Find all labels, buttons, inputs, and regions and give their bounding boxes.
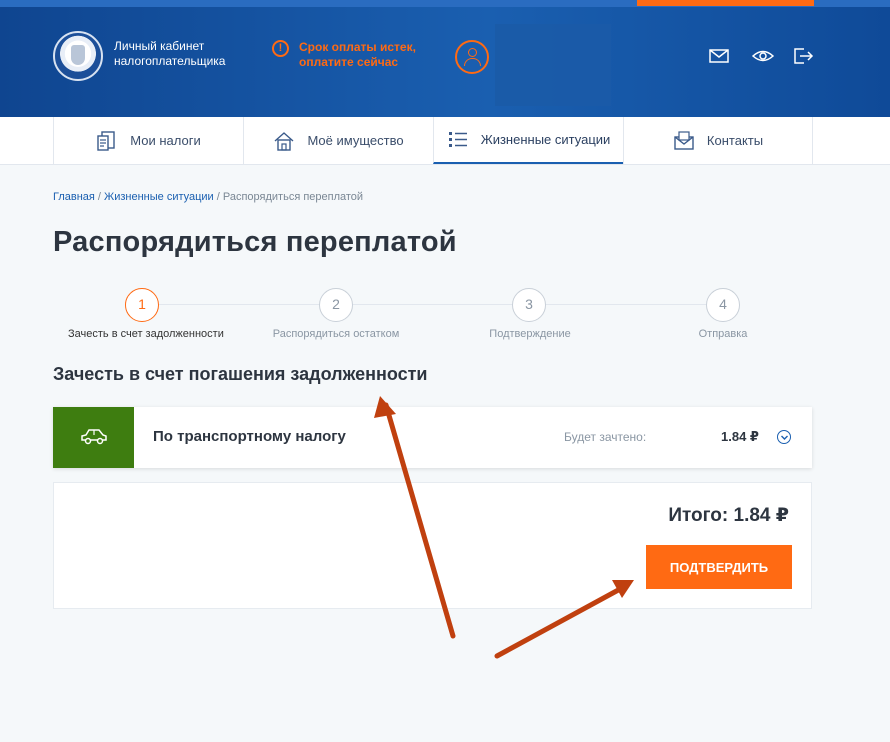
- step-3-circle: 3: [512, 288, 546, 322]
- emblem-shape: [71, 45, 85, 65]
- step-2-circle: 2: [319, 288, 353, 322]
- step-4-circle: 4: [706, 288, 740, 322]
- breadcrumb-separator: /: [213, 191, 223, 203]
- section-title: Зачесть в счет погашения задолженности: [53, 364, 428, 384]
- credited-value: 1.84 ₽: [721, 429, 759, 444]
- nav-label-my-taxes: Мои налоги: [130, 133, 201, 148]
- page-title: Распорядиться переплатой: [53, 226, 457, 258]
- house-icon: [274, 131, 294, 151]
- nav-label-life-situations: Жизненные ситуации: [480, 132, 611, 147]
- top-orange-tab[interactable]: [637, 0, 814, 6]
- logout-icon[interactable]: [792, 46, 814, 66]
- breadcrumb-home[interactable]: Главная: [53, 191, 95, 203]
- warning-icon: !: [272, 40, 289, 57]
- credited-label: Будет зачтено:: [564, 430, 647, 444]
- confirm-button[interactable]: ПОДТВЕРДИТЬ: [646, 545, 792, 589]
- breadcrumb-current: Распорядиться переплатой: [222, 191, 364, 203]
- stepper-line: [142, 304, 724, 305]
- nav-item-my-property[interactable]: Моё имущество: [243, 117, 433, 164]
- user-avatar[interactable]: [455, 40, 489, 74]
- eye-icon[interactable]: [752, 46, 774, 66]
- avatar-body-icon: [464, 58, 481, 66]
- nav-item-life-situations[interactable]: Жизненные ситуации: [433, 117, 623, 164]
- mail-icon[interactable]: [708, 46, 730, 66]
- tax-item-card[interactable]: По транспортному налогу Будет зачтено: 1…: [53, 407, 812, 468]
- breadcrumb-separator: /: [94, 191, 105, 203]
- list-icon: [448, 131, 467, 147]
- tax-type-icon-box: [53, 407, 134, 468]
- step-3-label: Подтверждение: [489, 328, 571, 340]
- avatar-head-icon: [468, 48, 477, 57]
- main-nav: Мои налоги Моё имущество Жизненные ситуа…: [0, 117, 890, 165]
- chevron-down-icon[interactable]: [777, 430, 791, 444]
- tax-name: По транспортному налогу: [153, 428, 346, 445]
- nav-label-contacts: Контакты: [706, 133, 764, 148]
- breadcrumb: Главная / Жизненные ситуации / Распоряди…: [53, 191, 363, 203]
- envelope-icon: [674, 130, 694, 150]
- car-icon: [81, 429, 107, 445]
- redacted-user-name: [495, 24, 611, 106]
- nav-item-my-taxes[interactable]: Мои налоги: [53, 117, 243, 164]
- step-2-label: Распорядиться остатком: [272, 328, 400, 340]
- step-1-label: Зачесть в счет задолженности: [68, 328, 224, 340]
- breadcrumb-life-situations[interactable]: Жизненные ситуации: [104, 191, 214, 203]
- app-header: Личный кабинет налогоплательщика ! Срок …: [0, 0, 890, 117]
- chevron-glyph: [780, 435, 788, 440]
- nav-item-contacts[interactable]: Контакты: [623, 117, 813, 164]
- summary-card: Итого: 1.84 ₽ ПОДТВЕРДИТЬ: [53, 482, 812, 609]
- payment-warning[interactable]: Срок оплаты истек, оплатите сейчас: [299, 40, 449, 70]
- app-title[interactable]: Личный кабинет налогоплательщика: [114, 39, 254, 69]
- step-1-circle: 1: [125, 288, 159, 322]
- tax-documents-icon: [97, 130, 115, 151]
- total-amount: Итого: 1.84 ₽: [668, 505, 789, 526]
- fns-logo-icon[interactable]: [53, 31, 103, 81]
- nav-label-my-property: Моё имущество: [307, 133, 404, 148]
- step-4-label: Отправка: [698, 328, 748, 340]
